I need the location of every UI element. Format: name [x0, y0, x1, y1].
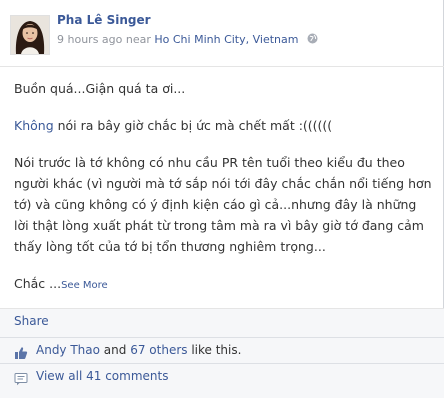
- post-meta: 9 hours ago near Ho Chi Minh City, Vietn…: [57, 33, 318, 46]
- comments-row[interactable]: View all 41 comments: [0, 363, 444, 389]
- story-footer: Share Andy Thao and 67 others like this.: [0, 308, 444, 398]
- feed-story: Pha Lê Singer 9 hours ago near Ho Chi Mi…: [0, 0, 444, 398]
- tag-link[interactable]: Không: [14, 118, 54, 133]
- message-line-2: Không nói ra bây giờ chắc bị ức mà chết …: [14, 118, 333, 133]
- header-divider: [0, 66, 444, 67]
- thumbs-up-icon: [14, 344, 28, 359]
- message-paragraph: Nói trước là tớ không có nhu cầu PR tên …: [14, 155, 432, 254]
- message-line-4: Chắc ...See More: [14, 276, 108, 291]
- comment-icon: [14, 370, 28, 386]
- post-message: Buồn quá...Giận quá ta ơi... Không nói r…: [14, 78, 434, 296]
- share-link[interactable]: Share: [14, 314, 49, 328]
- globe-icon[interactable]: [307, 33, 318, 44]
- view-all-comments-link[interactable]: View all 41 comments: [36, 364, 168, 388]
- liker-name-link[interactable]: Andy Thao: [36, 343, 100, 357]
- avatar[interactable]: [10, 15, 50, 55]
- likes-summary: Andy Thao and 67 others like this.: [36, 343, 242, 357]
- post-location[interactable]: Ho Chi Minh City, Vietnam: [154, 33, 298, 46]
- others-link[interactable]: 67 others: [130, 343, 187, 357]
- message-line-1: Buồn quá...Giận quá ta ơi...: [14, 81, 186, 96]
- author-name[interactable]: Pha Lê Singer: [57, 13, 151, 27]
- see-more-link[interactable]: See More: [61, 280, 108, 291]
- likes-row: Andy Thao and 67 others like this.: [0, 337, 444, 363]
- post-time[interactable]: 9 hours ago near: [57, 33, 151, 46]
